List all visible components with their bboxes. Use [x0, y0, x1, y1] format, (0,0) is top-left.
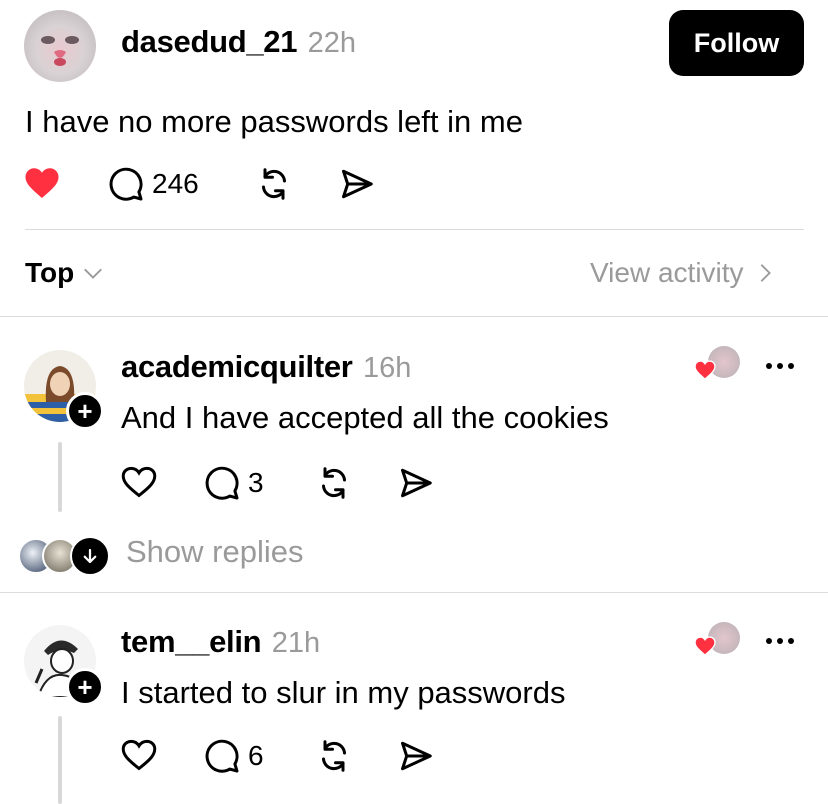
post-header: dasedud_21 22h: [121, 24, 356, 60]
heart-outline-icon: [121, 466, 157, 498]
share-icon: [401, 741, 432, 771]
thread-line: [58, 716, 62, 804]
share-button[interactable]: [398, 465, 434, 501]
view-activity-link[interactable]: View activity: [590, 257, 776, 289]
liked-by-author-indicator: [692, 622, 742, 658]
comment-icon: [205, 466, 239, 500]
share-icon: [342, 169, 373, 199]
section-divider: [0, 316, 828, 317]
chevron-down-icon: [84, 268, 103, 279]
reply-count: 3: [248, 467, 264, 498]
thread-line: [58, 442, 62, 512]
author-avatar[interactable]: [24, 10, 96, 82]
repost-button[interactable]: [316, 738, 352, 774]
reply-header: tem__elin 21h: [121, 624, 320, 660]
reply-username[interactable]: academicquilter: [121, 349, 353, 384]
heart-outline-icon: [121, 739, 157, 771]
repost-icon: [262, 168, 286, 200]
sort-dropdown[interactable]: Top: [25, 257, 104, 289]
follow-plus-badge[interactable]: +: [66, 392, 104, 430]
like-button[interactable]: [24, 166, 60, 200]
comment-button[interactable]: 246: [108, 166, 199, 202]
plus-icon: +: [77, 672, 93, 702]
reply-time: 16h: [363, 352, 412, 384]
comment-icon: [205, 739, 239, 773]
sort-label: Top: [25, 257, 75, 288]
like-button[interactable]: [121, 465, 157, 499]
more-icon: [766, 363, 794, 369]
show-replies-button[interactable]: Show replies: [18, 534, 338, 576]
post-time: 22h: [307, 27, 357, 59]
arrow-down-icon: [83, 548, 97, 564]
view-activity-label: View activity: [590, 257, 744, 288]
reply-divider: [0, 592, 828, 593]
chevron-right-icon: [760, 264, 771, 282]
show-replies-label: Show replies: [126, 534, 304, 569]
plus-icon: +: [77, 396, 93, 426]
liked-by-author-indicator: [692, 346, 742, 382]
follow-plus-badge[interactable]: +: [66, 668, 104, 706]
more-options-button[interactable]: [765, 637, 795, 645]
repost-icon: [322, 467, 346, 499]
reply-text: I started to slur in my passwords: [121, 675, 566, 710]
share-button[interactable]: [339, 166, 375, 202]
reply-username[interactable]: tem__elin: [121, 624, 262, 659]
post-username[interactable]: dasedud_21: [121, 24, 298, 59]
arrow-down-badge: [70, 536, 110, 576]
repost-button[interactable]: [316, 465, 352, 501]
reply-text: And I have accepted all the cookies: [121, 400, 609, 435]
heart-icon: [694, 636, 716, 656]
reply-time: 21h: [271, 627, 321, 659]
heart-icon: [694, 360, 716, 380]
cat-face-image: [41, 36, 79, 66]
more-options-button[interactable]: [765, 362, 795, 370]
comment-icon: [109, 167, 143, 201]
follow-button[interactable]: Follow: [669, 10, 804, 76]
repost-icon: [322, 740, 346, 772]
reply-header: academicquilter 16h: [121, 349, 411, 385]
post-text: I have no more passwords left in me: [25, 104, 523, 139]
heart-icon: [25, 168, 59, 198]
reply-count: 6: [248, 740, 264, 771]
post-divider: [25, 229, 804, 230]
repost-button[interactable]: [256, 166, 292, 202]
share-button[interactable]: [398, 738, 434, 774]
post-reply-count: 246: [152, 168, 199, 199]
comment-button[interactable]: 6: [204, 738, 264, 774]
share-icon: [401, 468, 432, 498]
like-button[interactable]: [121, 738, 157, 772]
comment-button[interactable]: 3: [204, 465, 264, 501]
more-icon: [766, 638, 794, 644]
